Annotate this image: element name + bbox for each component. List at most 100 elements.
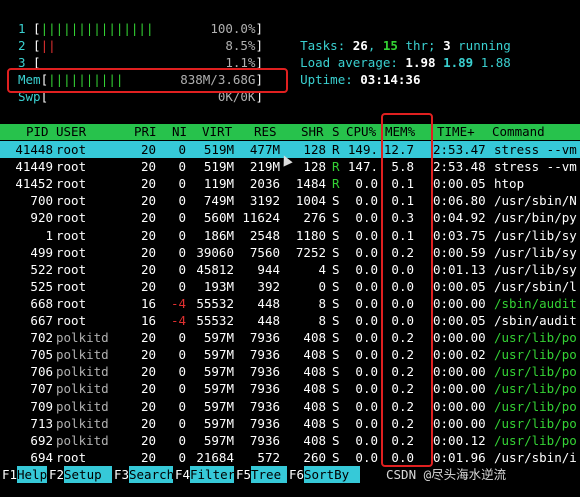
col-ni[interactable]: NI	[172, 124, 187, 140]
cell-state: S	[332, 313, 340, 328]
fkey-f1[interactable]: F1	[2, 466, 17, 483]
table-row[interactable]: 705 polkitd 20 0 597M 7936 408 S 0.0 0.2 0:00.02/u…	[0, 346, 580, 363]
cell-user: root	[56, 176, 87, 192]
cell-cpu: 0.0	[355, 295, 378, 311]
cpu-percent: 8.5%]	[225, 38, 263, 53]
cell-cpu: 0.0	[355, 432, 378, 448]
cell-time: 0:00.00	[433, 295, 486, 311]
fkey-f3[interactable]: F3	[114, 466, 129, 483]
cell-command: /usr/lib/po	[494, 432, 577, 448]
cell-command: stress --vm	[494, 159, 577, 175]
cell-ni: 0	[178, 261, 186, 277]
cell-state: S	[332, 227, 340, 243]
cell-virt: 560M	[203, 210, 234, 226]
cell-res: 7560	[249, 244, 280, 260]
table-row[interactable]: 41452 root 20 0 119M 2036 1484 R 0.0 0.1 0:00.05 ht…	[0, 175, 580, 192]
load-average: Load average: 1.98 1.89 1.88	[300, 55, 511, 70]
col-res[interactable]: RES	[254, 124, 277, 140]
process-table-header[interactable]: PID USER PRI NI VIRT RES SHR S CPU% MEM%…	[0, 124, 580, 140]
cell-pri: 20	[140, 176, 156, 192]
cell-virt: 519M	[203, 142, 234, 157]
table-row[interactable]: 709 polkitd 20 0 597M 7936 408 S 0.0 0.2 0:00.00/u…	[0, 398, 580, 415]
cell-res: 7936	[249, 415, 280, 431]
fkey-setup-label[interactable]: Setup	[64, 466, 112, 483]
cell-ni: 0	[178, 159, 186, 175]
cell-time: 0:00.02	[433, 347, 486, 363]
fkey-f4[interactable]: F4	[175, 466, 190, 483]
cell-res: 2036	[249, 176, 280, 192]
table-row[interactable]: 707 polkitd 20 0 597M 7936 408 S 0.0 0.2 0:00.00/u…	[0, 380, 580, 397]
col-command[interactable]: Command	[492, 124, 545, 140]
col-s[interactable]: S	[332, 124, 340, 140]
cell-ni: 0	[178, 415, 186, 431]
cell-cpu: 0.0	[355, 227, 378, 243]
table-row[interactable]: 668 root 16 -4 55532 448 8 S 0.0 0.0 0:00.00/sbin/…	[0, 295, 580, 312]
tasks-summary: Tasks: 26, 15 thr; 3 running	[300, 38, 511, 53]
col-virt[interactable]: VIRT	[202, 124, 232, 140]
table-row[interactable]: 700 root 20 0 749M 3192 1004 S 0.0 0.1 0:06.80/usr…	[0, 192, 580, 209]
cell-cpu: 0.0	[355, 415, 378, 431]
cell-cpu: 0.0	[355, 176, 378, 192]
col-time[interactable]: TIME+	[437, 124, 475, 140]
cell-res: 7936	[249, 364, 280, 380]
cell-res: 7936	[249, 398, 280, 414]
cell-shr: 0	[318, 278, 326, 294]
table-row[interactable]: 1 root 20 0 186M 2548 1180 S 0.0 0.1 0:03.75/usr/l…	[0, 227, 580, 244]
table-row[interactable]: 706 polkitd 20 0 597M 7936 408 S 0.0 0.2 0:00.00/u…	[0, 363, 580, 380]
cell-pri: 20	[140, 330, 156, 346]
cell-cpu: 0.0	[355, 364, 378, 380]
col-user[interactable]: USER	[56, 124, 86, 140]
cell-state: S	[332, 415, 340, 431]
table-row[interactable]: 692 polkitd 20 0 597M 7936 408 S 0.0 0.2 0:00.12/u…	[0, 432, 580, 449]
cell-pri: 20	[140, 159, 156, 175]
table-row[interactable]: 499 root 20 0 39060 7560 7252 S 0.0 0.2 0:00.59/us…	[0, 244, 580, 261]
cell-pri: 20	[140, 364, 156, 380]
table-row[interactable]: 667 root 16 -4 55532 448 8 S 0.0 0.0 0:00.05/sbin/…	[0, 312, 580, 329]
fkey-f2[interactable]: F2	[49, 466, 64, 483]
col-cpu[interactable]: CPU%	[346, 124, 376, 140]
cell-res: 944	[257, 261, 280, 277]
fkey-help-label[interactable]: Help	[17, 466, 47, 483]
cell-virt: 597M	[203, 415, 234, 431]
table-row[interactable]: 702 polkitd 20 0 597M 7936 408 S 0.0 0.2 0:00.00/u…	[0, 329, 580, 346]
cell-state: S	[332, 364, 340, 380]
fkey-sortby-label[interactable]: SortBy	[304, 466, 360, 483]
cpu-percent: 100.0%]	[210, 21, 263, 36]
col-pid[interactable]: PID	[26, 124, 49, 140]
cell-ni: 0	[178, 432, 186, 448]
cell-res: 7936	[249, 432, 280, 448]
cell-shr: 128	[303, 142, 326, 157]
fkey-f5[interactable]: F5	[236, 466, 251, 483]
cell-pid: 667	[30, 313, 53, 328]
table-row[interactable]: 920 root 20 0 560M 11624 276 S 0.0 0.3 0:04.92/usr…	[0, 209, 580, 226]
cell-time: 0:00.00	[433, 364, 486, 380]
fkey-filter-label[interactable]: Filter	[190, 466, 235, 483]
cell-pid: 694	[30, 449, 53, 465]
cell-user: polkitd	[56, 330, 109, 346]
col-shr[interactable]: SHR	[301, 124, 324, 140]
table-row[interactable]: 694 root 20 0 21684 572 260 S 0.0 0.0 0:01.96/usr/…	[0, 449, 580, 466]
cell-command: /usr/lib/sy	[494, 261, 577, 277]
table-row[interactable]: 525 root 20 0 193M 392 0 S 0.0 0.0 0:00.05/usr/sbi…	[0, 278, 580, 295]
cell-res: 219M	[249, 159, 280, 175]
cell-command: /usr/lib/po	[494, 330, 577, 346]
fkey-f6[interactable]: F6	[289, 466, 304, 483]
cell-user: root	[56, 295, 87, 311]
cell-state: S	[332, 449, 340, 465]
cell-ni: 0	[178, 330, 186, 346]
fkey-tree-label[interactable]: Tree	[251, 466, 287, 483]
cell-state: S	[332, 295, 340, 311]
cell-state: S	[332, 381, 340, 397]
cell-pid: 702	[30, 330, 53, 346]
cell-cpu: 0.0	[355, 193, 378, 209]
table-row[interactable]: 522 root 20 0 45812 944 4 S 0.0 0.0 0:01.13/usr/li…	[0, 261, 580, 278]
cell-pri: 20	[140, 227, 156, 243]
cell-shr: 276	[303, 210, 326, 226]
cell-pri: 20	[140, 244, 156, 260]
table-row[interactable]: 41448 root 20 0 519M 477M 128 R 149. 12.7 2:53.47 s…	[0, 141, 580, 158]
cell-shr: 1180	[295, 227, 326, 243]
table-row[interactable]: 713 polkitd 20 0 597M 7936 408 S 0.0 0.2 0:00.00/u…	[0, 415, 580, 432]
fkey-search-label[interactable]: Search	[129, 466, 174, 483]
cell-user: polkitd	[56, 432, 109, 448]
col-pri[interactable]: PRI	[134, 124, 157, 140]
